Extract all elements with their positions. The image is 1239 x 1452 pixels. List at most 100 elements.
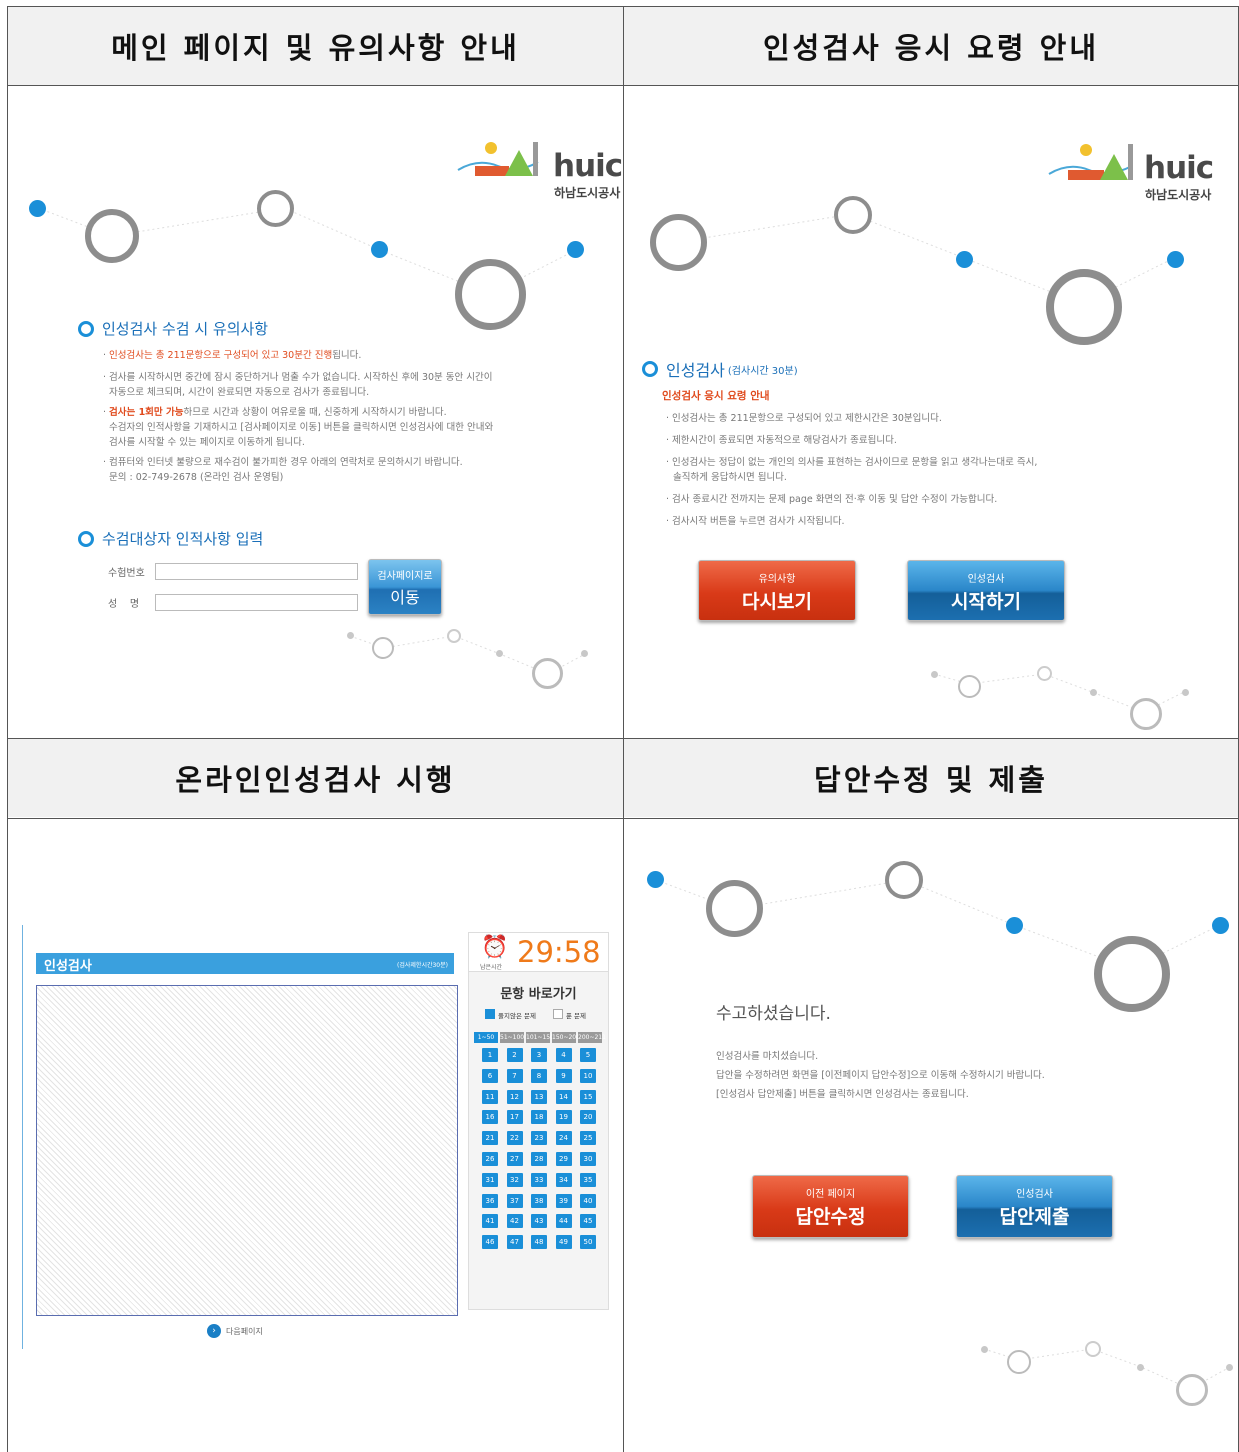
logo-emblem-icon [457, 142, 539, 176]
question-number-button[interactable]: 42 [506, 1214, 523, 1229]
next-arrow-icon[interactable]: › [207, 1324, 221, 1338]
question-number-button[interactable]: 1 [482, 1048, 498, 1062]
range-tab[interactable]: 150~200 [552, 1032, 580, 1043]
exam-number-label: 수험번호 [108, 568, 145, 579]
left-border-line [22, 925, 23, 1349]
question-number-button[interactable]: 34 [555, 1172, 572, 1187]
panel-guide: huic 하남도시공사 인성검사 (검사시간 30분) 인성검사 응시 요령 안내… [624, 86, 1238, 738]
question-number-button[interactable]: 50 [580, 1235, 596, 1250]
question-number-button[interactable]: 28 [531, 1152, 547, 1166]
header-guide: 인성검사 응시 요령 안내 [624, 7, 1238, 85]
question-number-button[interactable]: 38 [531, 1193, 547, 1208]
question-number-button[interactable]: 27 [506, 1152, 523, 1166]
name-input[interactable] [155, 594, 358, 611]
nav-title: 문항 바로가기 [500, 987, 577, 1002]
guide-section-title: 인성검사 (검사시간 30분) [642, 357, 798, 381]
submit-answers-button[interactable]: 인성검사 답안제출 [956, 1175, 1113, 1238]
question-number-button[interactable]: 24 [555, 1131, 572, 1146]
decor-dot [496, 650, 503, 657]
notice-item-cont: 자동으로 체크되며, 시간이 완료되면 자동으로 검사가 종료됩니다. [109, 387, 370, 398]
question-number-button[interactable]: 25 [580, 1131, 596, 1146]
decor-ring [447, 629, 461, 643]
notice-section-title: 인성검사 수검 시 유의사항 [78, 318, 268, 339]
question-content-area[interactable] [36, 985, 458, 1316]
test-title-bar: 인성검사 (검사제한시간30분) [36, 953, 454, 974]
range-tab[interactable]: 51~100 [500, 1032, 524, 1043]
question-number-button[interactable]: 41 [482, 1214, 498, 1229]
question-number-button[interactable]: 26 [482, 1152, 498, 1166]
decor-ring [834, 196, 872, 234]
edit-answers-button[interactable]: 이전 페이지 답안수정 [752, 1175, 909, 1238]
question-nav-panel: ⏰ 남은시간 29:58 문항 바로가기 풀지않은 문제 푼 문제 1~50 51… [468, 932, 609, 1310]
question-number-button[interactable]: 19 [555, 1110, 572, 1125]
guide-item: · 인성검사는 총 211문항으로 구성되어 있고 제한시간은 30분입니다. [666, 413, 942, 424]
question-number-button[interactable]: 22 [506, 1131, 523, 1146]
question-number-button[interactable]: 13 [531, 1089, 547, 1104]
decor-dot [581, 650, 588, 657]
notice-item: · 검사는 1회만 가능하므로 시간과 상황이 여유로울 때, 신중하게 시작하… [103, 407, 447, 418]
question-number-button[interactable]: 15 [580, 1089, 596, 1104]
question-number-button[interactable]: 35 [580, 1172, 596, 1187]
huic-logo: huic 하남도시공사 [453, 136, 623, 206]
question-number-button[interactable]: 9 [555, 1068, 572, 1083]
question-number-button[interactable]: 5 [580, 1048, 596, 1062]
decor-ring [455, 259, 526, 330]
review-notice-button[interactable]: 유의사항 다시보기 [698, 560, 856, 621]
question-number-button[interactable]: 46 [482, 1235, 498, 1250]
decor-dot [1167, 251, 1184, 268]
header-submit: 답안수정 및 제출 [624, 739, 1238, 817]
go-test-page-button[interactable]: 검사페이지로 이동 [368, 559, 442, 615]
question-number-button[interactable]: 3 [531, 1048, 547, 1062]
question-number-button[interactable]: 12 [506, 1089, 523, 1104]
range-tab[interactable]: 101~150 [526, 1032, 554, 1043]
question-number-button[interactable]: 33 [531, 1172, 547, 1187]
question-number-button[interactable]: 47 [506, 1235, 523, 1250]
question-number-button[interactable]: 23 [531, 1131, 547, 1146]
decor-ring [650, 214, 707, 271]
question-number-button[interactable]: 7 [506, 1068, 523, 1083]
question-number-button[interactable]: 32 [506, 1172, 523, 1187]
decor-ring [1094, 936, 1170, 1012]
question-number-button[interactable]: 11 [482, 1089, 498, 1104]
question-number-button[interactable]: 30 [580, 1152, 596, 1166]
question-number-button[interactable]: 18 [531, 1110, 547, 1125]
question-number-button[interactable]: 48 [531, 1235, 547, 1250]
question-number-button[interactable]: 10 [580, 1068, 596, 1083]
question-number-button[interactable]: 39 [555, 1193, 572, 1208]
done-line: [인성검사 답안제출] 버튼을 클릭하시면 인성검사는 종료됩니다. [716, 1089, 969, 1100]
question-number-button[interactable]: 14 [555, 1089, 572, 1104]
question-number-button[interactable]: 43 [531, 1214, 547, 1229]
decor-dot [1137, 1364, 1144, 1371]
question-number-button[interactable]: 8 [531, 1068, 547, 1083]
panel-submit: 수고하셨습니다. 인성검사를 마치셨습니다. 답안을 수정하려면 화면을 [이전… [624, 819, 1238, 1452]
guide-item: · 제한시간이 종료되면 자동적으로 해당검사가 종료됩니다. [666, 435, 897, 446]
decor-ring [706, 880, 763, 937]
question-number-button[interactable]: 31 [482, 1172, 498, 1187]
decor-ring [372, 637, 394, 659]
question-number-button[interactable]: 6 [482, 1068, 498, 1083]
guide-item: · 검사 종료시간 전까지는 문제 page 화면의 전·후 이동 및 답안 수… [666, 494, 998, 505]
decor-ring [532, 658, 563, 689]
question-number-button[interactable]: 16 [482, 1110, 498, 1125]
question-number-button[interactable]: 17 [506, 1110, 523, 1125]
question-number-button[interactable]: 20 [580, 1110, 596, 1125]
range-tab[interactable]: 200~211 [578, 1032, 606, 1043]
question-number-button[interactable]: 2 [506, 1048, 523, 1062]
question-number-button[interactable]: 40 [580, 1193, 596, 1208]
question-number-button[interactable]: 29 [555, 1152, 572, 1166]
question-number-button[interactable]: 45 [580, 1214, 596, 1229]
start-test-button[interactable]: 인성검사 시작하기 [907, 560, 1065, 621]
decor-dot [347, 632, 354, 639]
question-number-button[interactable]: 49 [555, 1235, 572, 1250]
next-page-link[interactable]: 다음페이지 [226, 1326, 263, 1337]
range-tab[interactable]: 1~50 [474, 1032, 498, 1043]
question-number-button[interactable]: 4 [555, 1048, 572, 1062]
question-number-button[interactable]: 36 [482, 1193, 498, 1208]
question-number-button[interactable]: 37 [506, 1193, 523, 1208]
circle-bullet-icon [78, 530, 94, 547]
decor-ring [257, 190, 294, 227]
question-number-button[interactable]: 21 [482, 1131, 498, 1146]
question-number-button[interactable]: 44 [555, 1214, 572, 1229]
exam-number-input[interactable] [155, 563, 358, 580]
unanswered-legend-swatch [485, 1009, 495, 1019]
